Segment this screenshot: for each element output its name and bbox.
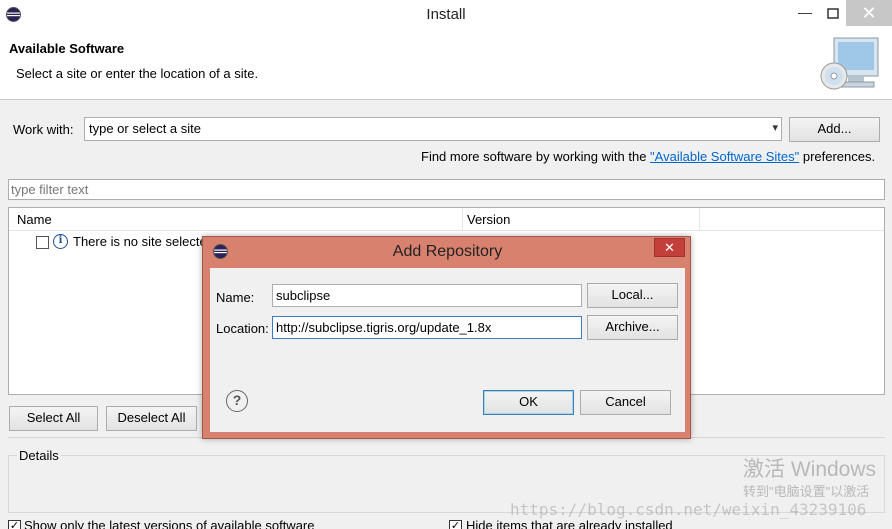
add-site-button[interactable]: Add... (789, 117, 880, 142)
details-label: Details (17, 448, 61, 463)
location-label: Location: (216, 321, 269, 336)
dialog-close-button[interactable]: ✕ (654, 238, 685, 257)
page-description: Select a site or enter the location of a… (16, 66, 259, 81)
maximize-button[interactable] (820, 2, 846, 26)
window-title: Install (426, 6, 466, 23)
deselect-all-button[interactable]: Deselect All (106, 406, 197, 431)
ok-button[interactable]: OK (483, 390, 574, 415)
filter-input[interactable]: type filter text (8, 179, 885, 200)
name-input[interactable]: subclipse (272, 284, 582, 307)
page-title: Available Software (9, 41, 125, 56)
work-with-value: type or select a site (89, 121, 201, 136)
wizard-header: Available Software Select a site or ente… (0, 30, 892, 100)
work-with-combo[interactable]: type or select a site ▾ (84, 117, 782, 141)
title-bar: Install — ✕ (0, 0, 892, 30)
dialog-body: Name: subclipse Local... Location: http:… (210, 268, 685, 432)
column-name[interactable]: Name (17, 212, 52, 227)
tree-row-label: There is no site selected. (73, 234, 218, 249)
find-more-text: Find more software by working with the "… (421, 149, 875, 164)
add-repository-dialog: Add Repository ✕ Name: subclipse Local..… (202, 236, 691, 439)
column-version[interactable]: Version (467, 212, 510, 227)
show-latest-label[interactable]: Show only the latest versions of availab… (24, 518, 315, 529)
info-icon: i (53, 234, 68, 249)
row-checkbox[interactable] (36, 236, 49, 249)
tree-header: Name Version (9, 208, 884, 231)
cd-monitor-icon (820, 37, 879, 90)
find-more-suffix: preferences. (799, 149, 876, 164)
location-input[interactable]: http://subclipse.tigris.org/update_1.8x (272, 316, 582, 339)
archive-button[interactable]: Archive... (587, 315, 678, 340)
column-divider[interactable] (462, 208, 463, 231)
name-label: Name: (216, 290, 255, 305)
close-button[interactable]: ✕ (846, 0, 892, 26)
chevron-down-icon[interactable]: ▾ (772, 121, 778, 134)
activate-windows-subtext: 转到"电脑设置"以激活 (743, 484, 870, 499)
find-more-prefix: Find more software by working with the (421, 149, 651, 164)
local-button[interactable]: Local... (587, 283, 678, 308)
minimize-button[interactable]: — (792, 2, 818, 26)
available-sites-link[interactable]: "Available Software Sites" (650, 149, 799, 164)
cancel-button[interactable]: Cancel (580, 390, 671, 415)
work-with-label: Work with: (13, 122, 74, 137)
hide-installed-checkbox[interactable]: ✓ (449, 520, 462, 529)
select-all-button[interactable]: Select All (9, 406, 98, 431)
help-icon[interactable]: ? (226, 390, 248, 412)
show-latest-checkbox[interactable]: ✓ (8, 520, 21, 529)
blog-watermark: https://blog.csdn.net/weixin_43239106 (510, 500, 867, 519)
dialog-title: Add Repository (392, 243, 503, 260)
activate-windows-watermark: 激活 Windows (743, 458, 877, 481)
column-divider[interactable] (699, 208, 700, 231)
hide-installed-label[interactable]: Hide items that are already installed (466, 518, 673, 529)
